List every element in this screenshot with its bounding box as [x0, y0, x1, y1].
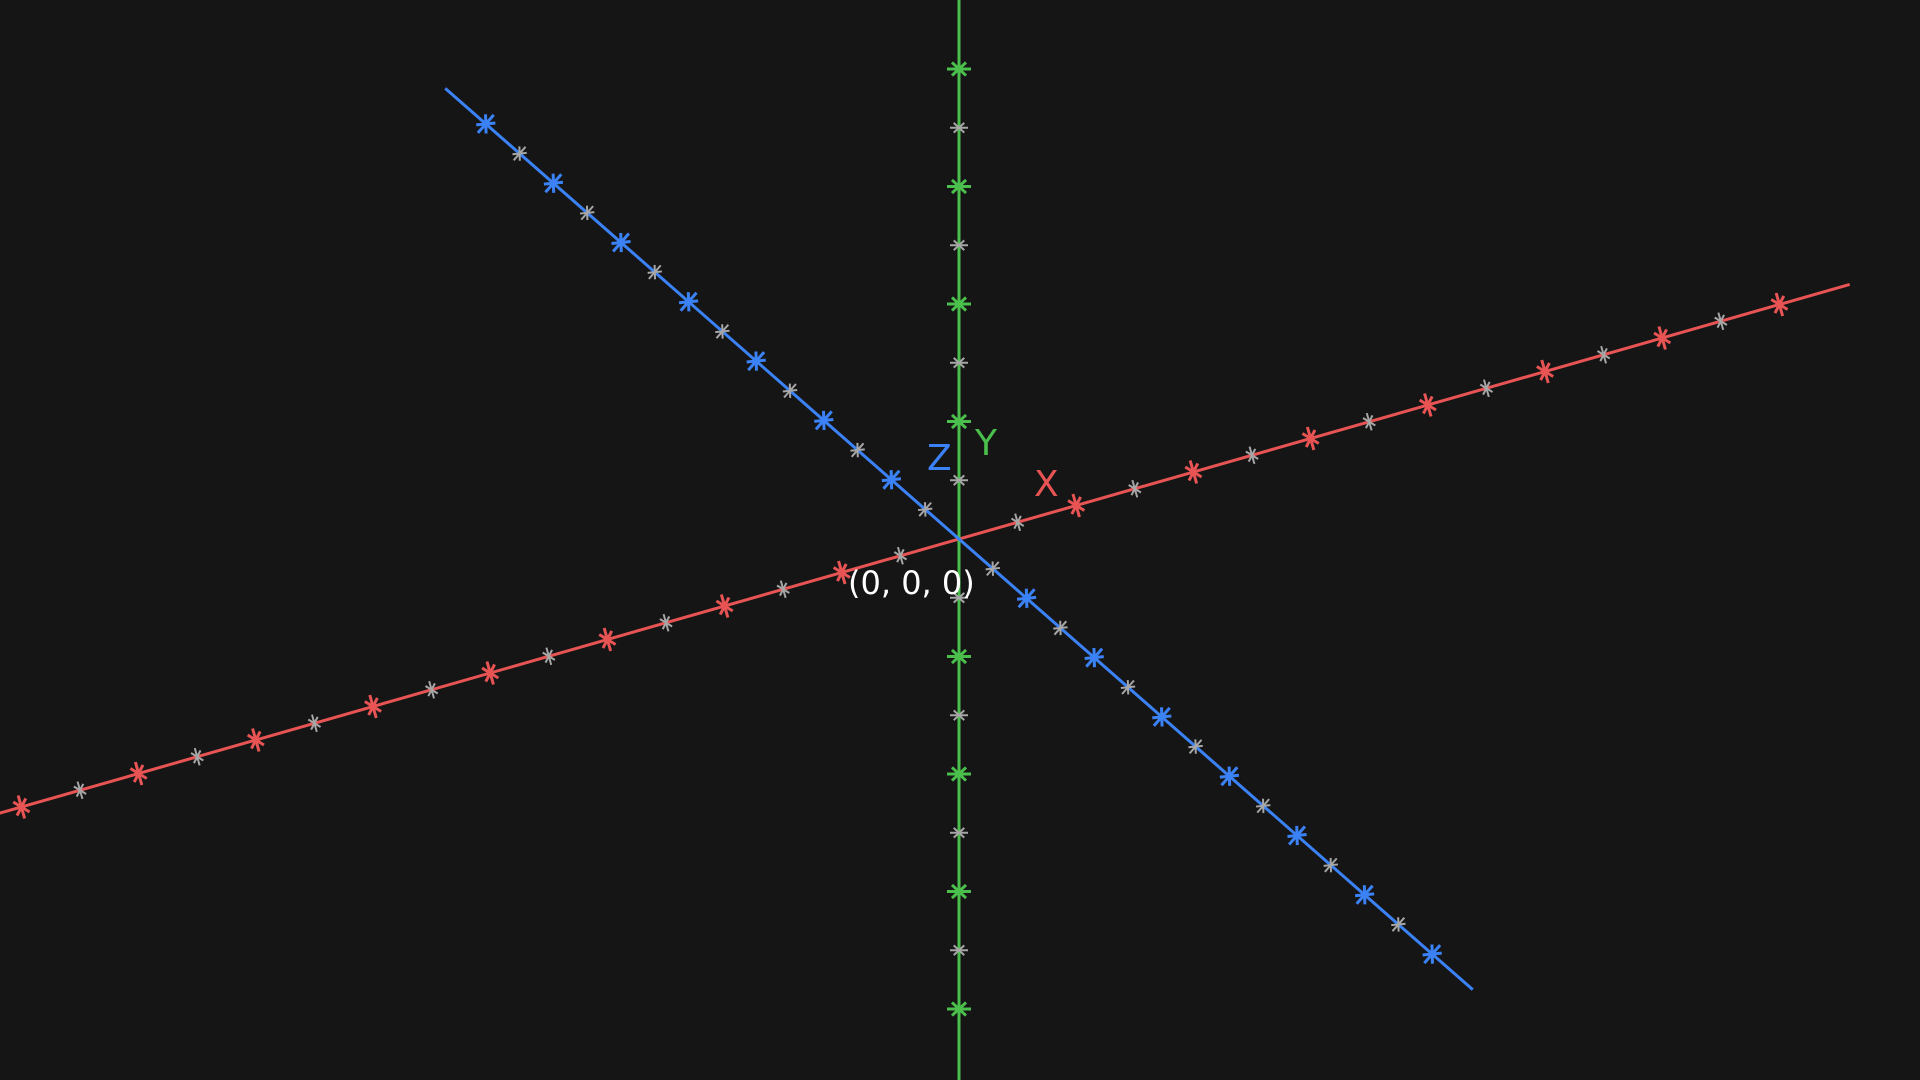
- x-axis-tick-major: [598, 627, 617, 652]
- x-axis-tick-major: [1067, 493, 1086, 518]
- x-axis-tick-major: [1418, 393, 1437, 417]
- y-axis-label: Y: [974, 423, 998, 464]
- x-axis-tick-major: [12, 795, 31, 819]
- x-axis-tick-major: [246, 728, 265, 752]
- 3d-viewport[interactable]: X Y Z (0, 0, 0): [0, 0, 1920, 1080]
- x-axis-tick-major: [715, 594, 734, 618]
- x-axis-tick-major: [364, 694, 382, 719]
- z-axis-label: Z: [927, 438, 952, 479]
- x-axis-tick-major: [481, 661, 500, 685]
- x-axis-tick-major: [1184, 460, 1203, 484]
- x-axis-tick-major: [1770, 292, 1789, 317]
- origin-coordinate-label: (0, 0, 0): [848, 564, 975, 602]
- x-axis-tick-major: [1301, 426, 1320, 451]
- x-axis-tick-major: [1653, 326, 1672, 350]
- x-axis-tick-major: [129, 761, 148, 786]
- x-axis-line: [0, 282, 1851, 815]
- x-axis-tick-major: [1536, 359, 1554, 384]
- axes-canvas: X Y Z (0, 0, 0): [0, 0, 1851, 1080]
- x-axis-label: X: [1034, 464, 1059, 505]
